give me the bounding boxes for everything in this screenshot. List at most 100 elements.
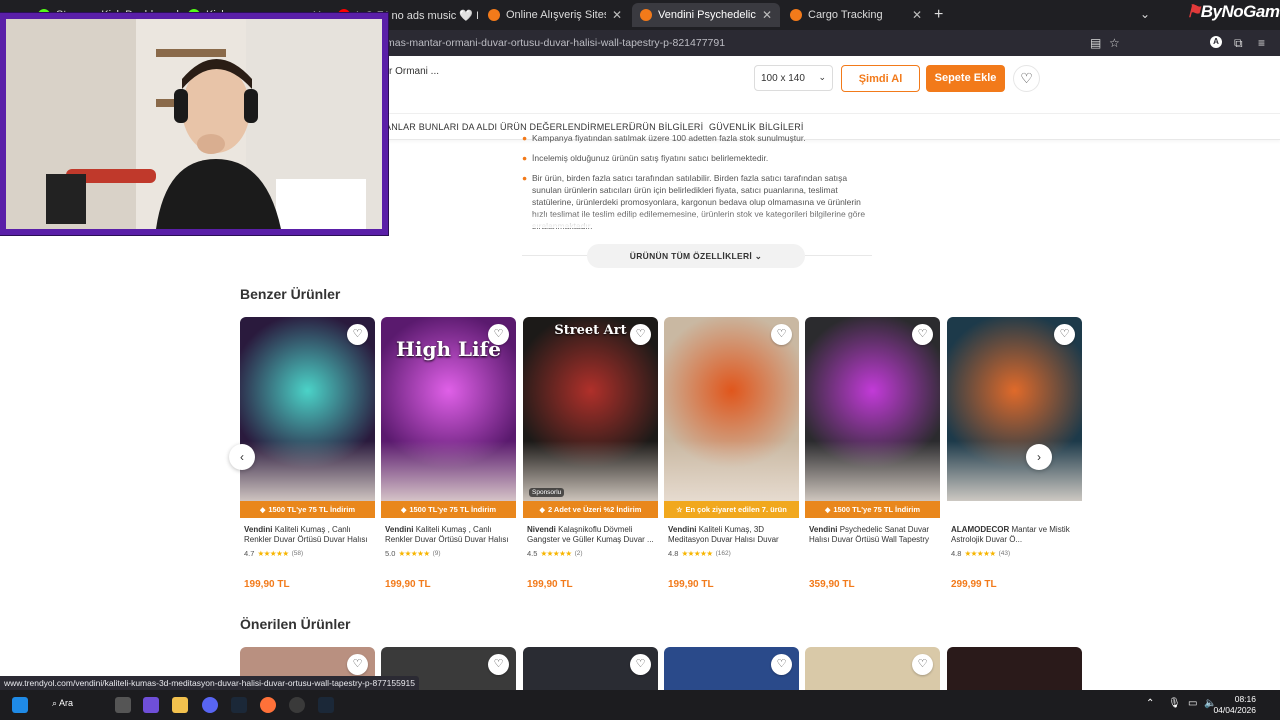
chevron-down-icon: ⌄ bbox=[754, 251, 763, 261]
favorite-heart-icon[interactable]: ♡ bbox=[630, 654, 651, 675]
product-price: 199,90 TL bbox=[244, 579, 290, 590]
all-specs-label: ÜRÜNÜN TÜM ÖZELLİKLERİ bbox=[629, 251, 753, 261]
product-name[interactable]: Vendini Kaliteli Kumaş, 3D Meditasyon Du… bbox=[668, 525, 797, 545]
product-name[interactable]: Nivendi Kalaşnikoflu Dövmeli Gangster ve… bbox=[527, 525, 656, 545]
tab-trendyol-home[interactable]: Online Alışveriş Sitesi, Türkiye'nin ✕ bbox=[480, 3, 630, 27]
favorite-heart-icon[interactable]: ♡ bbox=[488, 654, 509, 675]
recommended-products-title: Önerilen Ürünler bbox=[240, 616, 351, 632]
product-name[interactable]: Vendini Psychedelic Sanat Duvar Halısı D… bbox=[809, 525, 938, 545]
promo-badge: ◆ 1500 TL'ye 75 TL İndirim bbox=[805, 501, 940, 518]
taskbar-clock[interactable]: 08:16 04/04/2026 bbox=[1213, 694, 1256, 716]
clock-time: 08:16 bbox=[1234, 694, 1256, 704]
microphone-icon[interactable]: 🎙 bbox=[1168, 698, 1181, 709]
display-icon[interactable]: ▭ bbox=[1188, 698, 1197, 709]
obs-icon[interactable] bbox=[289, 697, 305, 713]
product-name[interactable]: Vendini Kaliteli Kumaş , Canlı Renkler D… bbox=[385, 525, 514, 545]
steam-icon-2[interactable] bbox=[318, 697, 334, 713]
status-bar-url: www.trendyol.com/vendini/kaliteli-kumas-… bbox=[0, 676, 420, 690]
favorite-heart-icon[interactable]: ♡ bbox=[488, 324, 509, 345]
promo-badge: ☆ En çok ziyaret edilen 7. ürün bbox=[664, 501, 799, 518]
tag-icon: ☆ bbox=[676, 507, 683, 514]
list-tabs-button[interactable]: ⌄ bbox=[1140, 7, 1150, 21]
tag-icon: ◆ bbox=[539, 507, 545, 514]
favorite-heart-icon[interactable]: ♡ bbox=[771, 324, 792, 345]
tab-label: Cargo Tracking bbox=[808, 9, 883, 21]
tab-others-also-bought[interactable]: ANLAR BUNLARI DA ALDI bbox=[385, 122, 497, 132]
tab-close-icon[interactable]: ✕ bbox=[906, 8, 922, 22]
product-price: 199,90 TL bbox=[385, 579, 431, 590]
tab-cargo-tracking[interactable]: Cargo Tracking ✕ bbox=[782, 3, 930, 27]
sponsored-badge: Sponsorlu bbox=[529, 488, 565, 497]
task-view-icon[interactable] bbox=[115, 697, 131, 713]
bookmark-star-icon[interactable]: ☆ bbox=[1109, 36, 1120, 50]
carousel-prev-button[interactable]: ‹ bbox=[229, 444, 255, 470]
all-specs-button[interactable]: ÜRÜNÜN TÜM ÖZELLİKLERİ ⌄ bbox=[587, 244, 805, 268]
chevron-up-icon[interactable]: ⌃ bbox=[1146, 698, 1154, 709]
discord-icon[interactable] bbox=[202, 697, 218, 713]
brand-logo-text: ByNoGame bbox=[1200, 2, 1280, 21]
product-rating: 4.8 ★★★★★ (162) bbox=[668, 549, 731, 558]
promo-badge: ◆ 1500 TL'ye 75 TL İndirim bbox=[381, 501, 516, 518]
streamer-webcam-image bbox=[6, 19, 382, 229]
chevron-down-icon: ⌄ bbox=[818, 72, 826, 82]
star-rating-icon: ★★★★★ bbox=[540, 549, 572, 558]
firefox-icon[interactable] bbox=[260, 697, 276, 713]
carousel-next-button[interactable]: › bbox=[1026, 444, 1052, 470]
taskbar-search[interactable]: ⌕ Ara bbox=[52, 698, 73, 709]
product-price: 199,90 TL bbox=[527, 579, 573, 590]
webcam-overlay bbox=[0, 13, 388, 235]
product-price: 299,99 TL bbox=[951, 579, 997, 590]
product-rating: 4.7 ★★★★★ (58) bbox=[244, 549, 304, 558]
steam-icon[interactable] bbox=[231, 697, 247, 713]
product-title: r Ormani ... bbox=[389, 66, 440, 77]
favorite-heart-icon[interactable]: ♡ bbox=[1054, 324, 1075, 345]
windows-taskbar: ⌕ Ara ⌃ 🎙 ▭ 🔈 08:16 04/04/2026 bbox=[0, 690, 1280, 720]
file-explorer-icon[interactable] bbox=[172, 697, 188, 713]
product-card[interactable]: ♡ bbox=[805, 647, 940, 690]
favorite-heart-icon[interactable]: ♡ bbox=[912, 654, 933, 675]
description-bullet: ● İncelemiş olduğunuz ürünün satış fiyatı… bbox=[522, 153, 769, 163]
account-icon[interactable]: A bbox=[1210, 36, 1222, 48]
tag-icon: ◆ bbox=[400, 507, 407, 514]
extensions-icon[interactable]: ⧉ bbox=[1234, 36, 1243, 51]
size-select[interactable]: 100 x 140 ⌄ bbox=[754, 65, 833, 91]
tag-icon: ◆ bbox=[259, 507, 266, 514]
tag-icon: ◆ bbox=[824, 507, 831, 514]
star-rating-icon: ★★★★★ bbox=[964, 549, 996, 558]
trendyol-favicon-icon bbox=[488, 9, 500, 21]
tab-close-icon[interactable]: ✕ bbox=[756, 8, 772, 22]
tab-label: Vendini Psychedelic Sanat Duvar bbox=[658, 9, 756, 21]
product-card[interactable]: ♡ bbox=[664, 647, 799, 690]
add-to-cart-button[interactable]: Sepete Ekle bbox=[926, 65, 1005, 92]
description-bullet: ● Kampanya fiyatından satılmak üzere 100 … bbox=[522, 133, 806, 143]
product-name[interactable]: Vendini Kaliteli Kumaş , Canlı Renkler D… bbox=[244, 525, 373, 545]
product-rating: 4.8 ★★★★★ (43) bbox=[951, 549, 1011, 558]
product-price: 359,90 TL bbox=[809, 579, 855, 590]
product-card[interactable]: ♡ bbox=[523, 647, 658, 690]
product-image[interactable] bbox=[947, 647, 1082, 690]
star-rating-icon: ★★★★★ bbox=[681, 549, 713, 558]
product-name[interactable]: ALAMODECOR Mantar ve Mistik Astrolojik D… bbox=[951, 525, 1080, 545]
favorite-heart-icon[interactable]: ♡ bbox=[630, 324, 651, 345]
tab-close-icon[interactable]: ✕ bbox=[606, 8, 622, 22]
product-card[interactable] bbox=[947, 647, 1082, 690]
tab-label: Online Alışveriş Sitesi, Türkiye'nin bbox=[506, 9, 606, 21]
copilot-icon[interactable] bbox=[143, 697, 159, 713]
tab-vendini-product[interactable]: Vendini Psychedelic Sanat Duvar ✕ bbox=[632, 3, 780, 27]
promo-badge: ◆ 1500 TL'ye 75 TL İndirim bbox=[240, 501, 375, 518]
favorite-heart-icon[interactable]: ♡ bbox=[771, 654, 792, 675]
description-fade bbox=[500, 212, 900, 228]
menu-icon[interactable]: ≡ bbox=[1258, 36, 1265, 50]
windows-start-icon[interactable] bbox=[12, 697, 28, 713]
favorite-heart-icon[interactable]: ♡ bbox=[912, 324, 933, 345]
new-tab-button[interactable]: + bbox=[934, 6, 943, 24]
reader-view-icon[interactable]: ▤ bbox=[1090, 36, 1101, 50]
size-select-value: 100 x 140 bbox=[761, 73, 805, 84]
favorite-heart-icon[interactable]: ♡ bbox=[1013, 65, 1040, 92]
favorite-heart-icon[interactable]: ♡ bbox=[347, 324, 368, 345]
url-field[interactable]: mas-mantar-ormani-duvar-ortusu-duvar-hal… bbox=[386, 37, 725, 49]
product-price: 199,90 TL bbox=[668, 579, 714, 590]
trendyol-favicon-icon bbox=[790, 9, 802, 21]
favorite-heart-icon[interactable]: ♡ bbox=[347, 654, 368, 675]
buy-now-button[interactable]: Şimdi Al bbox=[841, 65, 920, 92]
